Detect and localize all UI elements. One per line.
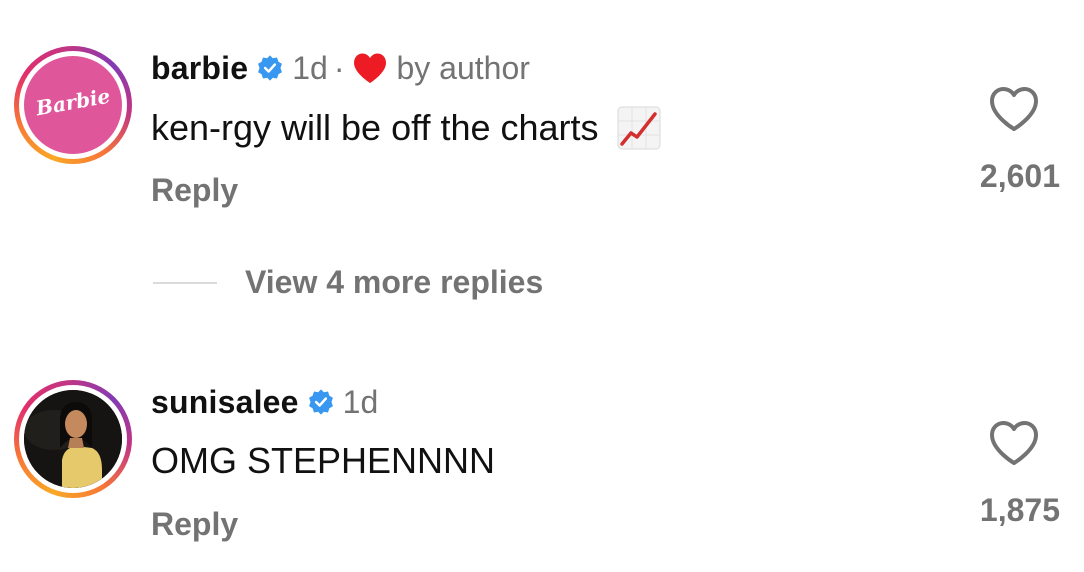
reply-button[interactable]: Reply — [151, 172, 238, 209]
author-badge: by author — [396, 49, 530, 86]
barbie-logo: Barbie — [34, 83, 112, 121]
verified-badge-icon — [308, 389, 333, 415]
comment-age: 1d — [292, 49, 328, 86]
avatar-story-ring[interactable]: Barbie — [14, 46, 132, 164]
comment-text: ken-rgy will be off the charts — [151, 107, 599, 148]
avatar[interactable] — [24, 390, 122, 488]
like-heart-icon[interactable] — [988, 85, 1040, 133]
view-more-replies[interactable]: View 4 more replies — [0, 260, 700, 304]
comment-text: OMG STEPHENNNN — [151, 440, 496, 481]
comment-age: 1d — [342, 383, 379, 420]
separator-dot: · — [333, 49, 345, 86]
reply-button[interactable]: Reply — [151, 506, 238, 543]
avatar[interactable]: Barbie — [24, 56, 122, 154]
comment-text-row: ken-rgy will be off the charts — [151, 106, 661, 150]
thread-line — [153, 282, 217, 284]
avatar-story-ring[interactable] — [14, 380, 132, 498]
like-count: 1,875 — [979, 492, 1060, 528]
like-count: 2,601 — [979, 158, 1060, 194]
username[interactable]: sunisalee — [151, 384, 299, 421]
verified-badge-icon — [258, 55, 283, 81]
view-more-replies-label[interactable]: View 4 more replies — [245, 264, 543, 301]
chart-increasing-icon — [617, 106, 661, 150]
username[interactable]: barbie — [151, 50, 248, 87]
author-liked-heart-icon — [354, 53, 387, 83]
avatar-photo — [24, 390, 122, 488]
like-heart-icon[interactable] — [988, 419, 1040, 467]
comment-text-row: OMG STEPHENNNN — [151, 440, 495, 482]
comment-header: sunisalee 1d — [151, 382, 378, 422]
comment-header: barbie 1d · by author — [151, 48, 530, 88]
